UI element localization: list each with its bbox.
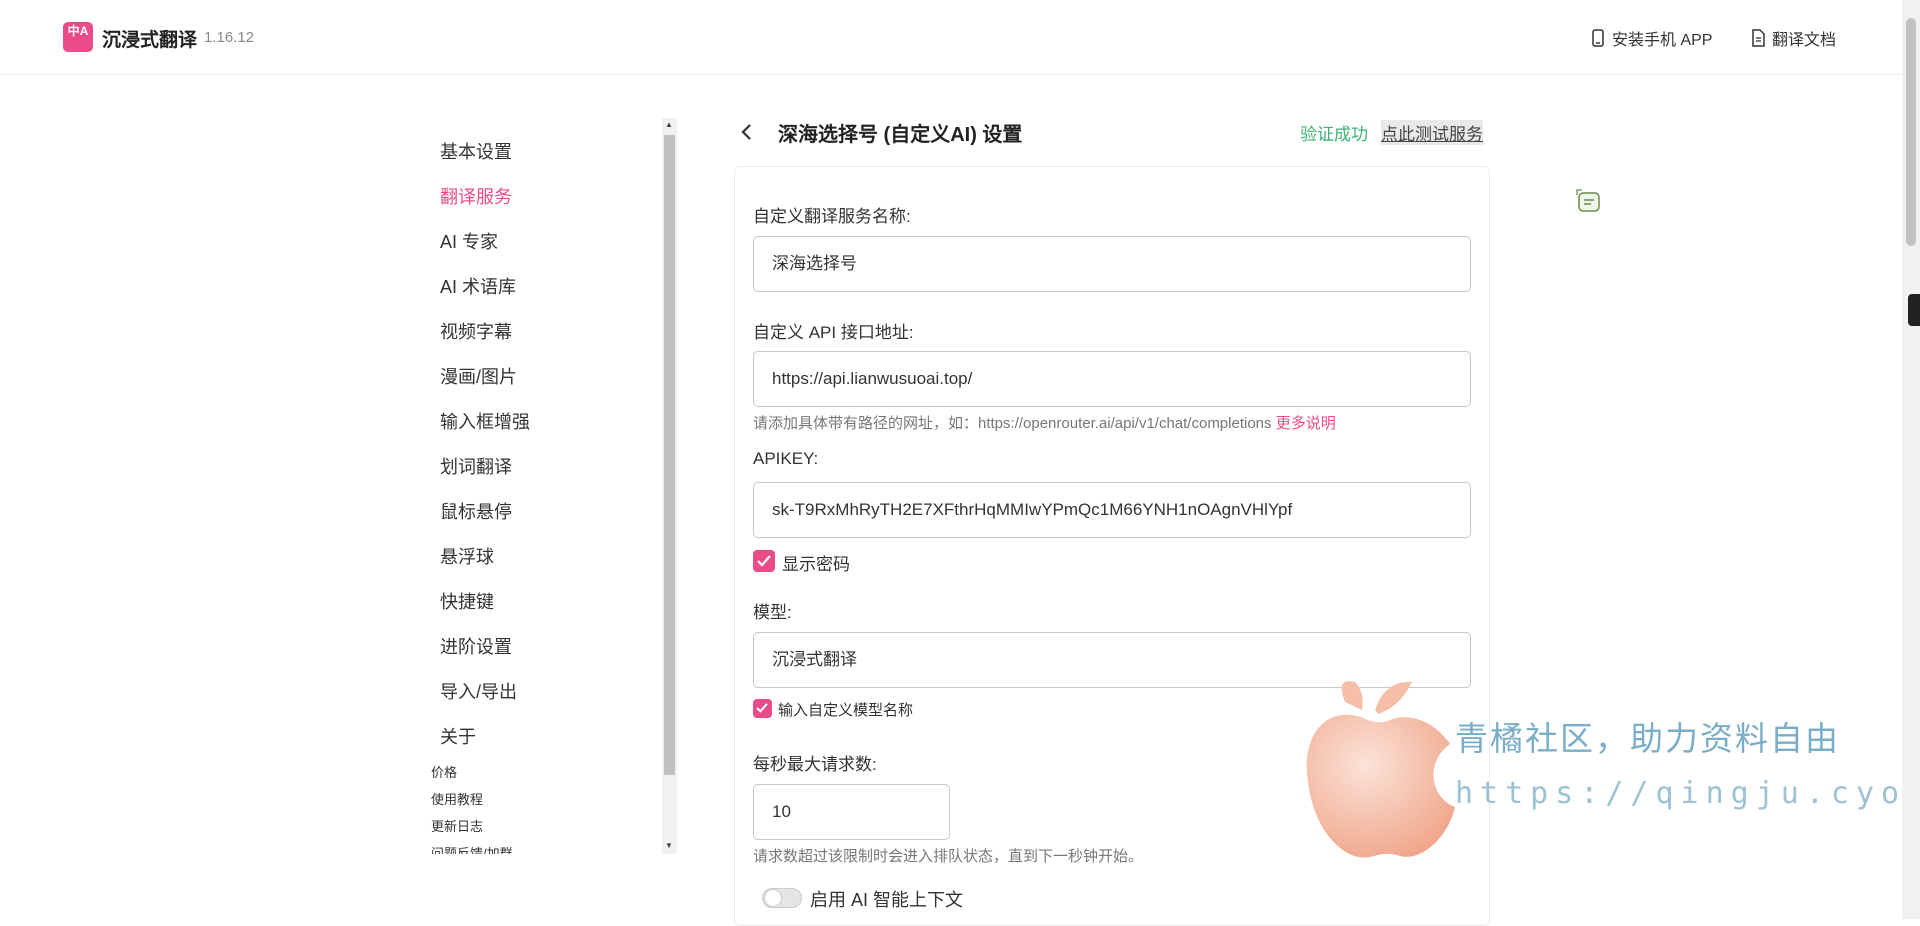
docs-label: 翻译文档 — [1772, 32, 1837, 49]
sidebar-link-tutorial[interactable]: 使用教程 — [431, 789, 483, 808]
install-app-link[interactable]: 安装手机 APP — [1590, 26, 1712, 50]
settings-sidebar: 基本设置 翻译服务 AI 专家 AI 术语库 视频字幕 漫画/图片 输入框增强 … — [420, 118, 680, 854]
show-password-label[interactable]: 显示密码 — [782, 550, 850, 575]
app-version: 1.16.12 — [204, 29, 255, 46]
verify-status: 验证成功 — [1300, 125, 1368, 144]
sidebar-item-mouse-hover[interactable]: 鼠标悬停 — [440, 498, 512, 524]
more-info-link[interactable]: 更多说明 — [1276, 415, 1336, 432]
top-bar: 中A 沉浸式翻译 1.16.12 安装手机 APP 翻译文档 — [0, 0, 1902, 75]
page-scrollbar[interactable] — [1902, 0, 1920, 919]
sidebar-item-input-enhance[interactable]: 输入框增强 — [440, 408, 530, 434]
watermark-url: https://qingju.cyou — [1455, 776, 1920, 811]
custom-model-checkbox[interactable] — [753, 699, 772, 718]
show-password-checkbox[interactable] — [753, 550, 775, 572]
max-rps-label: 每秒最大请求数: — [753, 755, 877, 774]
apikey-input[interactable]: sk-T9RxMhRyTH2E7XFthrHqMMIwYPmQc1M66YNH1… — [753, 482, 1471, 538]
install-app-label: 安装手机 APP — [1612, 32, 1713, 49]
model-label: 模型: — [753, 603, 792, 622]
document-icon — [1752, 29, 1765, 47]
sidebar-item-selection-translate[interactable]: 划词翻译 — [440, 453, 512, 479]
floating-translate-icon[interactable] — [1576, 189, 1602, 215]
side-panel-tab[interactable] — [1908, 294, 1920, 326]
api-url-label: 自定义 API 接口地址: — [753, 323, 914, 342]
max-rps-hint: 请求数超过该限制时会进入排队状态，直到下一秒钟开始。 — [753, 848, 1144, 865]
app-logo-icon[interactable]: 中A — [63, 22, 93, 52]
sidebar-item-comics-images[interactable]: 漫画/图片 — [440, 363, 517, 389]
watermark-text: 青橘社区，助力资料自由 — [1455, 719, 1840, 758]
max-rps-input[interactable]: 10 — [753, 784, 950, 840]
api-url-hint-text: 请添加具体带有路径的网址，如：https://openrouter.ai/api… — [753, 415, 1272, 432]
sidebar-item-import-export[interactable]: 导入/导出 — [440, 678, 517, 704]
service-name-label: 自定义翻译服务名称: — [753, 207, 911, 226]
phone-icon — [1592, 29, 1604, 47]
service-name-input[interactable]: 深海选择号 — [753, 236, 1471, 292]
apple-watermark-logo — [1306, 681, 1455, 858]
sidebar-scrollbar[interactable]: ▲ ▼ — [662, 118, 677, 854]
sidebar-item-basic-settings[interactable]: 基本设置 — [440, 138, 512, 164]
app-name: 沉浸式翻译 — [102, 30, 198, 51]
api-url-input[interactable]: https://api.lianwusuoai.top/ — [753, 351, 1471, 407]
sidebar-item-video-subtitles[interactable]: 视频字幕 — [440, 318, 512, 344]
page-title: 深海选择号 (自定义AI) 设置 — [778, 124, 1023, 146]
ai-context-label[interactable]: 启用 AI 智能上下文 — [810, 886, 963, 912]
docs-link[interactable]: 翻译文档 — [1750, 26, 1836, 50]
test-service-link[interactable]: 点此测试服务 — [1381, 120, 1483, 145]
back-arrow-icon[interactable] — [740, 121, 754, 143]
apikey-label: APIKEY: — [753, 449, 819, 468]
checkmark-icon — [757, 555, 771, 567]
api-url-hint: 请添加具体带有路径的网址，如：https://openrouter.ai/api… — [753, 412, 1336, 433]
sidebar-link-pricing[interactable]: 价格 — [431, 762, 457, 781]
sidebar-item-translation-services[interactable]: 翻译服务 — [440, 183, 512, 209]
scroll-up-arrow-icon[interactable]: ▲ — [665, 120, 673, 129]
sidebar-item-floating-ball[interactable]: 悬浮球 — [440, 543, 494, 569]
sidebar-item-shortcuts[interactable]: 快捷键 — [440, 588, 494, 614]
custom-model-label[interactable]: 输入自定义模型名称 — [778, 699, 913, 720]
sidebar-item-ai-expert[interactable]: AI 专家 — [440, 228, 498, 254]
sidebar-link-changelog[interactable]: 更新日志 — [431, 816, 483, 835]
sidebar-scrollbar-thumb[interactable] — [664, 135, 675, 775]
scroll-down-arrow-icon[interactable]: ▼ — [665, 841, 673, 850]
ai-context-toggle[interactable] — [762, 888, 802, 908]
page-scrollbar-thumb[interactable] — [1906, 18, 1916, 246]
sidebar-item-advanced[interactable]: 进阶设置 — [440, 633, 512, 659]
sidebar-item-ai-glossary[interactable]: AI 术语库 — [440, 273, 516, 299]
sidebar-item-about[interactable]: 关于 — [440, 723, 476, 749]
toggle-knob — [765, 890, 781, 906]
checkmark-icon — [756, 703, 768, 713]
sidebar-link-feedback[interactable]: 问题反馈/加群 — [431, 843, 513, 854]
